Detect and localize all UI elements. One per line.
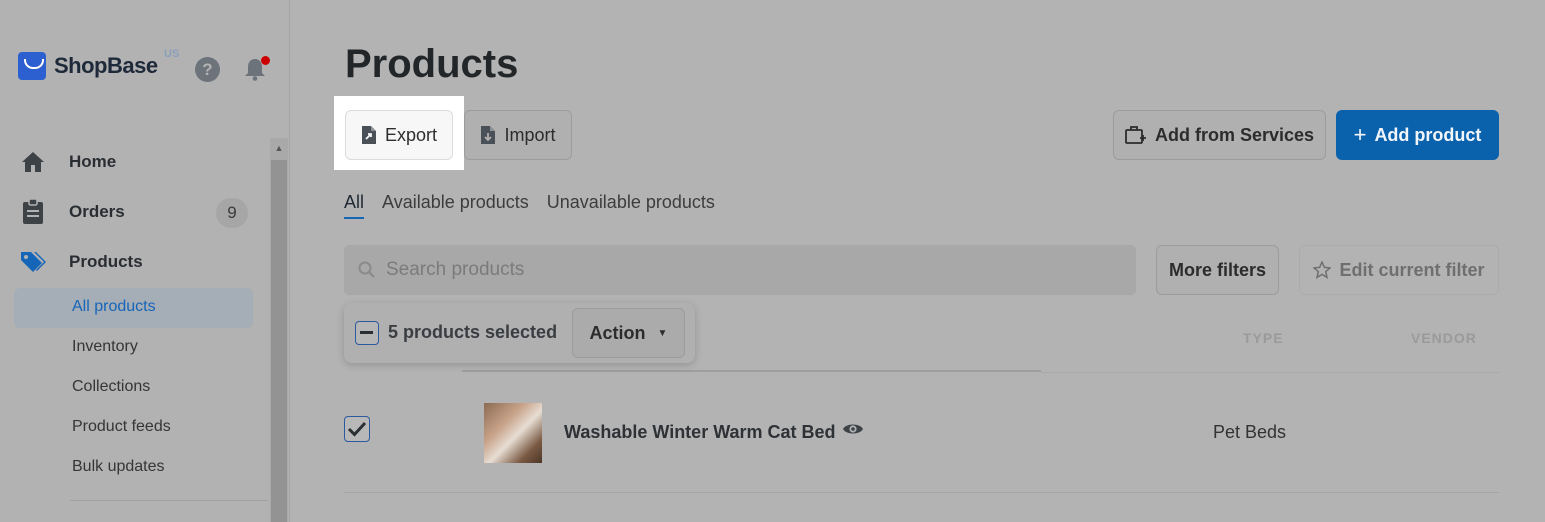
- import-button[interactable]: Import: [464, 110, 572, 160]
- export-button[interactable]: Export: [345, 110, 453, 160]
- checkmark-icon: [347, 421, 367, 437]
- plus-icon: +: [1353, 122, 1367, 147]
- sidebar-divider: [70, 500, 268, 501]
- services-box-icon: [1125, 125, 1147, 145]
- sidebar-subitem-bulk-updates[interactable]: Bulk updates: [72, 458, 165, 476]
- home-icon: [20, 150, 46, 174]
- table-header-divider: [462, 370, 1041, 372]
- selected-count-text: 5 products selected: [388, 322, 558, 342]
- scrollbar-thumb[interactable]: [271, 160, 287, 522]
- sidebar-item-label: Orders: [69, 202, 125, 221]
- table-header-divider-right: [1041, 372, 1499, 373]
- page-title: Products: [345, 42, 519, 86]
- sidebar-subitem-product-feeds[interactable]: Product feeds: [72, 418, 171, 436]
- search-input[interactable]: [386, 259, 1086, 281]
- column-header-type: TYPE: [1243, 330, 1284, 346]
- sidebar-item-home[interactable]: Home: [20, 150, 116, 174]
- product-thumbnail[interactable]: [484, 403, 542, 463]
- eye-icon[interactable]: [842, 421, 864, 437]
- sidebar-item-label: Home: [69, 152, 117, 171]
- help-icon[interactable]: ?: [195, 57, 220, 82]
- file-export-icon: [361, 125, 377, 145]
- select-all-checkbox[interactable]: [355, 321, 379, 345]
- tab-all[interactable]: All: [344, 192, 365, 219]
- export-label: Export: [384, 124, 438, 145]
- tab-unavailable-products[interactable]: Unavailable products: [547, 192, 715, 219]
- search-bar: [344, 245, 1136, 295]
- sidebar-subitem-all-products[interactable]: All products: [72, 298, 156, 316]
- orders-count-badge: 9: [216, 198, 248, 228]
- search-icon: [358, 261, 375, 278]
- clipboard-icon: [20, 199, 46, 224]
- notification-dot: [261, 56, 270, 65]
- file-import-icon: [480, 125, 496, 145]
- sidebar: ShopBase US ? Home Orders 9 Products All…: [0, 0, 290, 522]
- import-label: Import: [504, 124, 556, 145]
- star-outline-icon: [1313, 261, 1332, 279]
- tag-icon: [20, 250, 46, 274]
- product-type: Pet Beds: [1213, 422, 1287, 442]
- action-label: Action: [589, 322, 646, 343]
- column-header-vendor: VENDOR: [1411, 330, 1477, 346]
- row-divider: [344, 492, 1499, 493]
- bulk-selection-bar: 5 products selected Action ▼: [344, 303, 695, 363]
- brand-name: ShopBase: [54, 53, 158, 78]
- add-from-services-label: Add from Services: [1154, 124, 1315, 145]
- product-name[interactable]: Washable Winter Warm Cat Bed: [564, 422, 836, 443]
- shopbase-logo-icon: [18, 52, 46, 80]
- add-from-services-button[interactable]: Add from Services: [1113, 110, 1326, 160]
- edit-current-filter-label: Edit current filter: [1339, 259, 1485, 280]
- sidebar-subitem-inventory[interactable]: Inventory: [72, 338, 138, 356]
- brand[interactable]: ShopBase: [18, 52, 158, 80]
- action-dropdown-button[interactable]: Action ▼: [572, 308, 685, 358]
- sidebar-item-orders[interactable]: Orders: [20, 199, 125, 224]
- sidebar-item-label: Products: [69, 252, 143, 271]
- add-product-button[interactable]: + Add product: [1336, 110, 1499, 160]
- scroll-up-arrow-icon[interactable]: ▲: [270, 138, 288, 158]
- brand-region: US: [164, 48, 180, 60]
- more-filters-button[interactable]: More filters: [1156, 245, 1279, 295]
- tab-available-products[interactable]: Available products: [382, 192, 529, 219]
- sidebar-item-products[interactable]: Products: [20, 250, 143, 274]
- add-product-label: Add product: [1374, 124, 1482, 145]
- edit-current-filter-button[interactable]: Edit current filter: [1299, 245, 1499, 295]
- sidebar-subitem-collections[interactable]: Collections: [72, 378, 150, 396]
- caret-down-icon: ▼: [657, 327, 668, 339]
- product-tabs: All Available products Unavailable produ…: [344, 192, 733, 219]
- row-checkbox[interactable]: [344, 416, 370, 442]
